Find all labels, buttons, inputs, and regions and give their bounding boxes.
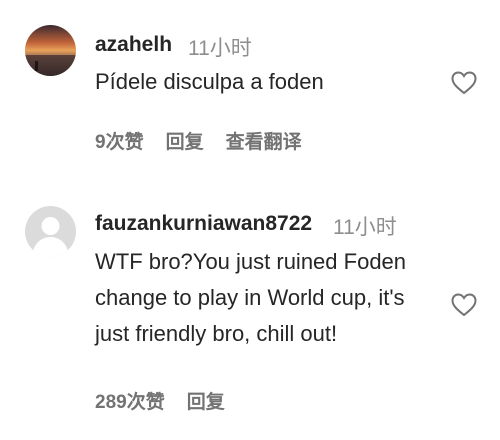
reply-button[interactable]: 回复 <box>187 392 225 413</box>
like-count-button[interactable]: 9次赞 <box>95 132 144 153</box>
translate-button[interactable]: 查看翻译 <box>226 132 302 153</box>
comment-timestamp: 11小时 <box>188 37 252 60</box>
comment-username[interactable]: fauzankurniawan8722 <box>95 212 312 236</box>
comment-actions: 9次赞 回复 查看翻译 <box>95 127 324 154</box>
avatar[interactable] <box>25 25 76 76</box>
comment-item: fauzankurniawan8722 11小时 WTF bro?You jus… <box>0 175 500 440</box>
comment-actions: 289次赞 回复 <box>95 387 247 414</box>
comment-username[interactable]: azahelh <box>95 33 172 57</box>
avatar[interactable] <box>25 206 76 257</box>
heart-icon[interactable] <box>451 293 477 317</box>
heart-icon[interactable] <box>451 71 477 95</box>
comment-timestamp: 11小时 <box>333 216 397 239</box>
reply-button[interactable]: 回复 <box>166 132 204 153</box>
comment-item: azahelh 11小时 Pídele disculpa a foden 9次赞… <box>0 0 500 175</box>
comment-text: Pídele disculpa a foden <box>95 69 324 94</box>
like-count-button[interactable]: 289次赞 <box>95 392 165 413</box>
comment-text: WTF bro?You just ruined Foden change to … <box>95 249 407 346</box>
